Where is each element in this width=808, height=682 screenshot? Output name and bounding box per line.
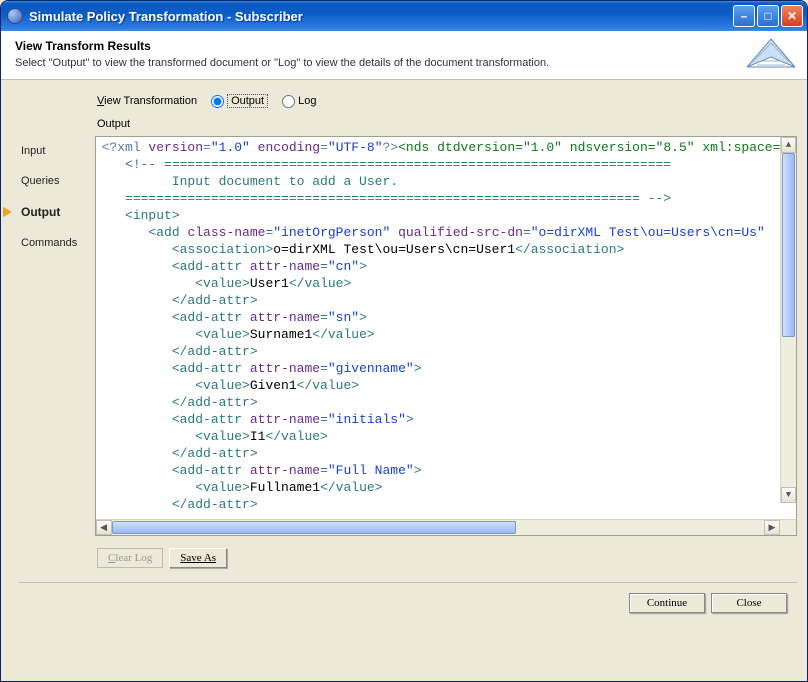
resize-grip-icon xyxy=(780,520,796,535)
header-band: View Transform Results Select "Output" t… xyxy=(1,31,807,80)
window-title: Simulate Policy Transformation - Subscri… xyxy=(29,9,733,24)
eclipse-icon xyxy=(7,8,23,24)
clear-log-button: Clear Log xyxy=(97,548,163,568)
header-decor-icon xyxy=(743,35,799,85)
xml-viewer[interactable]: <?xml version="1.0" encoding="UTF-8"?><n… xyxy=(96,137,796,519)
vscroll-thumb[interactable] xyxy=(782,153,795,337)
sidebar-item-input[interactable]: Input xyxy=(19,136,87,166)
save-as-button[interactable]: Save As xyxy=(169,548,227,568)
view-transformation-row: View Transformation Output Log xyxy=(97,94,797,108)
maximize-button[interactable]: □ xyxy=(757,5,779,27)
radio-log-label: Log xyxy=(298,95,316,107)
close-window-button[interactable]: ✕ xyxy=(781,5,803,27)
vertical-scrollbar[interactable]: ▲▼ xyxy=(780,137,796,503)
page-subtitle: Select "Output" to view the transformed … xyxy=(15,57,793,69)
titlebar[interactable]: Simulate Policy Transformation - Subscri… xyxy=(1,1,807,31)
sidebar-item-queries[interactable]: Queries xyxy=(19,166,87,196)
scroll-left-icon[interactable]: ◀ xyxy=(96,520,112,535)
radio-log[interactable]: Log xyxy=(282,95,316,108)
radio-output-label: Output xyxy=(227,94,268,108)
xml-viewer-wrap: <?xml version="1.0" encoding="UTF-8"?><n… xyxy=(95,136,797,536)
close-button[interactable]: Close xyxy=(711,593,787,613)
sidebar-item-output[interactable]: Output xyxy=(19,196,87,228)
radio-output[interactable]: Output xyxy=(211,94,268,108)
scroll-right-icon[interactable]: ▶ xyxy=(764,520,780,535)
output-subhead: Output xyxy=(97,118,797,130)
continue-button[interactable]: Continue xyxy=(629,593,705,613)
scroll-down-icon[interactable]: ▼ xyxy=(781,487,796,503)
view-transformation-label: View Transformation xyxy=(97,95,197,107)
page-title: View Transform Results xyxy=(15,39,793,53)
main-row: Input Queries Output Commands <?xml vers… xyxy=(19,136,797,536)
scroll-up-icon[interactable]: ▲ xyxy=(781,137,796,153)
footer: Continue Close xyxy=(19,582,797,623)
window-frame: Simulate Policy Transformation - Subscri… xyxy=(0,0,808,682)
sidebar-item-commands[interactable]: Commands xyxy=(19,228,87,258)
action-button-row: Clear Log Save As xyxy=(97,548,797,568)
hscroll-thumb[interactable] xyxy=(112,521,516,534)
sidebar: Input Queries Output Commands xyxy=(19,136,87,536)
horizontal-scrollbar[interactable]: ◀ ▶ xyxy=(96,519,796,535)
window-buttons: – □ ✕ xyxy=(733,5,803,27)
minimize-button[interactable]: – xyxy=(733,5,755,27)
body: View Transformation Output Log Output In… xyxy=(1,80,807,681)
